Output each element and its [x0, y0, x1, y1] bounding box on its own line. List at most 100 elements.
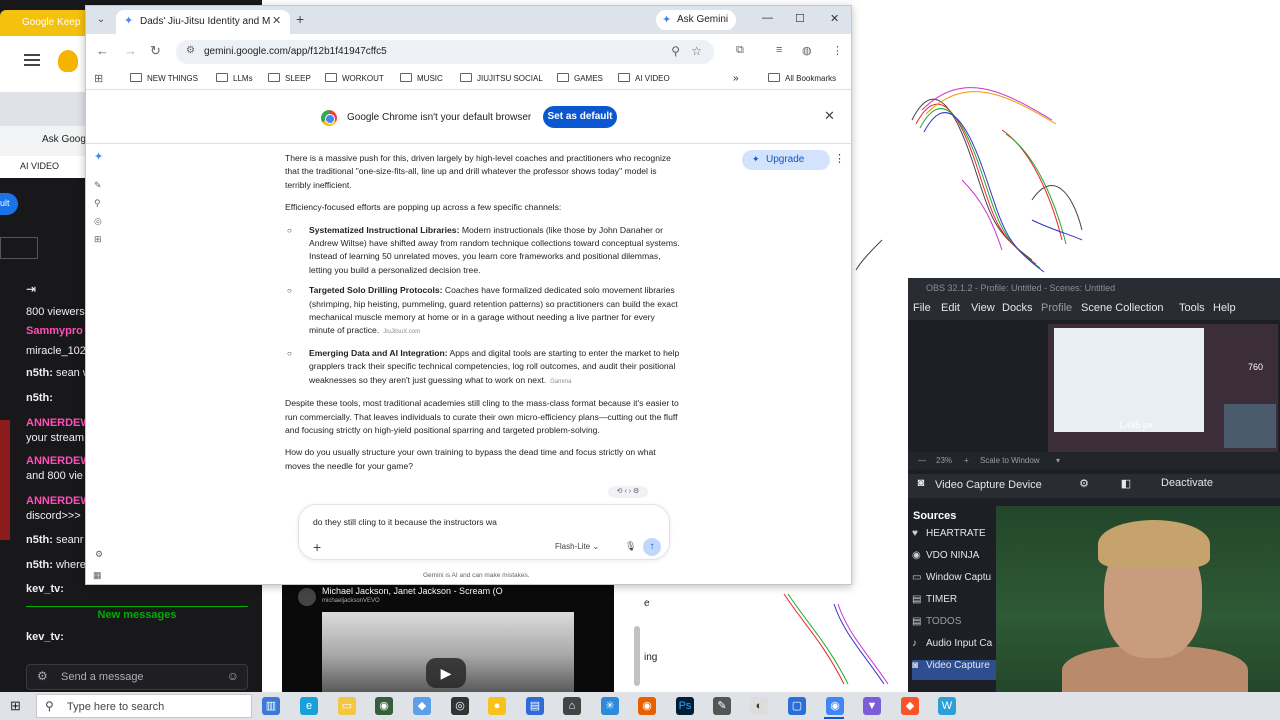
bookmark-folder[interactable]: AI VIDEO: [618, 73, 670, 83]
source-item[interactable]: ▤ TODOS: [912, 616, 998, 636]
new-tab-icon[interactable]: +: [296, 11, 304, 27]
media-icon[interactable]: ≡: [776, 44, 782, 56]
hamburger-menu-icon[interactable]: [24, 54, 40, 66]
zoom-in-icon[interactable]: +: [964, 456, 969, 465]
app-icon[interactable]: ✳: [601, 697, 619, 715]
gems-icon[interactable]: ◎: [94, 216, 102, 227]
source-item[interactable]: ♥ HEARTRATE: [912, 528, 998, 548]
chat-username[interactable]: ANNERDEW: [26, 455, 91, 467]
bookmark-folder[interactable]: NEW THINGS: [130, 73, 198, 83]
firefox-icon[interactable]: ◉: [638, 697, 656, 715]
source-item[interactable]: ▤ TIMER: [912, 594, 998, 614]
forward-icon[interactable]: →: [124, 43, 137, 58]
close-icon[interactable]: ✕: [824, 108, 835, 124]
photoshop-icon[interactable]: Ps: [676, 697, 694, 715]
windows-start-icon[interactable]: ⊞: [10, 698, 21, 714]
obs-menu-tools[interactable]: Tools: [1179, 302, 1205, 314]
video-title[interactable]: Michael Jackson, Janet Jackson - Scream …: [322, 586, 503, 596]
channel-avatar[interactable]: [298, 588, 316, 606]
obs-menu-docks[interactable]: Docks: [1002, 302, 1033, 314]
extensions-icon[interactable]: ⧉: [736, 44, 744, 57]
keep-tab[interactable]: Google Keep: [0, 10, 90, 36]
chat-username[interactable]: n5th:: [26, 534, 53, 546]
chat-username[interactable]: n5th:: [26, 367, 53, 379]
source-item[interactable]: ◉ VDO NINJA: [912, 550, 998, 570]
new-messages-divider[interactable]: New messages: [26, 606, 248, 624]
chrome-icon[interactable]: ◉: [826, 697, 844, 715]
docs-icon[interactable]: ▤: [526, 697, 544, 715]
prompt-input[interactable]: do they still cling to it because the in…: [298, 504, 670, 560]
app-icon[interactable]: ◐: [750, 697, 768, 715]
model-selector[interactable]: Flash-Lite ⌄: [555, 542, 599, 551]
profile-avatar[interactable]: ◍: [802, 44, 812, 57]
ai-video-bookmark[interactable]: AI VIDEO: [20, 161, 59, 171]
obs-icon[interactable]: ◎: [451, 697, 469, 715]
tab-gemini[interactable]: ✦ Dads' Jiu-Jitsu Identity and Mo ✕: [116, 10, 290, 34]
bookmark-star-icon[interactable]: ☆: [691, 44, 702, 58]
brave-icon[interactable]: ◆: [901, 697, 919, 715]
source-chip[interactable]: Gamma: [550, 379, 571, 385]
minimize-icon[interactable]: —: [762, 12, 773, 24]
kebab-menu-icon[interactable]: ⋮: [834, 152, 845, 165]
send-button[interactable]: ↑: [643, 538, 661, 556]
settings-icon[interactable]: ⚙: [95, 549, 103, 560]
gear-icon[interactable]: ⚙: [1076, 477, 1092, 495]
all-bookmarks[interactable]: All Bookmarks: [768, 73, 836, 83]
url-text[interactable]: gemini.google.com/app/f12b1f41947cffc5: [204, 46, 387, 57]
zoom-out-icon[interactable]: —: [918, 456, 926, 465]
add-attachment-icon[interactable]: +: [313, 539, 321, 555]
chat-username[interactable]: n5th:: [26, 392, 53, 404]
emoji-icon[interactable]: ☺: [227, 669, 239, 683]
chat-username[interactable]: kev_tv:: [26, 631, 64, 643]
bookmark-folder[interactable]: GAMES: [557, 73, 603, 83]
obs-preview[interactable]: 760 1,495 px: [1048, 324, 1278, 452]
source-item[interactable]: ▭ Window Captu: [912, 572, 998, 592]
app-icon[interactable]: ▢: [788, 697, 806, 715]
maximize-icon[interactable]: ☐: [795, 12, 805, 25]
obs-menu-help[interactable]: Help: [1213, 302, 1236, 314]
back-icon[interactable]: ←: [96, 43, 109, 58]
chat-username[interactable]: Sammypro: [26, 325, 83, 337]
app-icon[interactable]: ⌂: [563, 697, 581, 715]
bookmark-folder[interactable]: MUSIC: [400, 73, 443, 83]
obs-scale-select[interactable]: Scale to Window: [980, 456, 1040, 465]
app-icon[interactable]: W: [938, 697, 956, 715]
chat-send-input[interactable]: ⚙ Send a message ☺: [26, 664, 248, 690]
kebab-menu-icon[interactable]: ⋮: [832, 44, 843, 57]
chat-username[interactable]: ANNERDEW: [26, 417, 91, 429]
address-bar[interactable]: ⚙ gemini.google.com/app/f12b1f41947cffc5…: [176, 40, 714, 64]
file-explorer-icon[interactable]: ▭: [338, 697, 356, 715]
more-bookmarks-icon[interactable]: »: [733, 73, 739, 84]
obs-menu-edit[interactable]: Edit: [941, 302, 960, 314]
youtube-video[interactable]: Michael Jackson, Janet Jackson - Scream …: [282, 584, 614, 692]
source-item[interactable]: ♪ Audio Input Ca: [912, 638, 998, 658]
chat-settings-icon[interactable]: ⚙: [37, 669, 48, 683]
close-window-icon[interactable]: ✕: [830, 12, 839, 25]
bookmark-folder[interactable]: LLMs: [216, 73, 253, 83]
app-icon[interactable]: ◆: [413, 697, 431, 715]
play-icon[interactable]: ▶: [426, 658, 466, 688]
chat-username[interactable]: n5th:: [26, 559, 53, 571]
taskbar-search[interactable]: ⚲ Type here to search: [36, 694, 252, 718]
edge-icon[interactable]: e: [300, 697, 318, 715]
upgrade-button[interactable]: ✦ Upgrade: [742, 150, 830, 170]
ask-gemini-button[interactable]: ✦ Ask Gemini: [656, 10, 736, 30]
gemini-logo-icon[interactable]: ✦: [94, 150, 103, 163]
tab-search-icon[interactable]: ⌄: [92, 11, 110, 29]
set-default-button[interactable]: Set as default: [543, 106, 617, 128]
close-icon[interactable]: ✕: [272, 14, 281, 27]
scrollbar[interactable]: [634, 626, 640, 686]
source-item-selected[interactable]: ◙ Video Capture: [912, 660, 998, 680]
app-icon[interactable]: ✎: [713, 697, 731, 715]
zoom-icon[interactable]: ⚲: [671, 44, 680, 58]
source-chip[interactable]: JiuJitsuX.com: [383, 329, 420, 335]
obs-menu-scene-collection[interactable]: Scene Collection: [1081, 302, 1164, 314]
obs-menu-view[interactable]: View: [971, 302, 995, 314]
deactivate-button[interactable]: Deactivate: [1152, 477, 1222, 495]
apps-grid-icon[interactable]: ⊞: [94, 72, 103, 85]
search-icon[interactable]: ⚲: [94, 198, 101, 209]
new-chat-icon[interactable]: ✎: [94, 180, 102, 191]
filters-icon[interactable]: ◧: [1118, 477, 1134, 495]
reload-icon[interactable]: ↻: [150, 43, 161, 59]
activity-icon[interactable]: ▦: [93, 570, 102, 581]
